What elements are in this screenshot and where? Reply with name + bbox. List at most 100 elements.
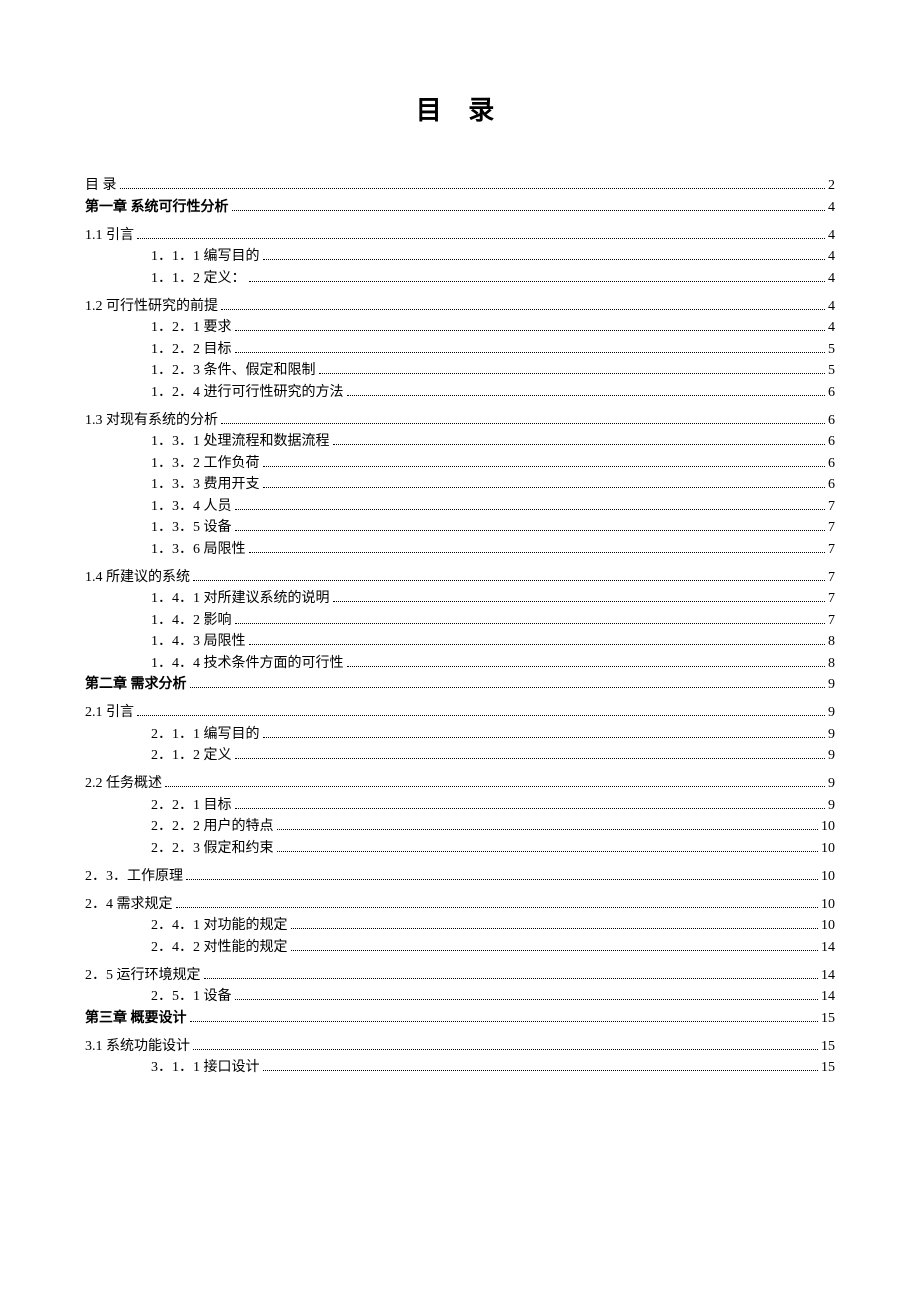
toc-entry-page: 9 — [828, 749, 835, 763]
toc-entry: 3．1．1 接口设计15 — [151, 1061, 835, 1075]
toc-entry: 1.4 所建议的系统7 — [85, 571, 835, 585]
toc-dots — [263, 487, 826, 488]
toc-entry-label: 1．3．2 工作负荷 — [151, 457, 260, 471]
toc-entry-page: 8 — [828, 635, 835, 649]
toc-entry-page: 7 — [828, 500, 835, 514]
toc-entry: 目 录2 — [85, 179, 835, 193]
toc-dots — [319, 373, 826, 374]
toc-dots — [186, 879, 818, 880]
toc-entry-page: 4 — [828, 300, 835, 314]
toc-entry-label: 1.2 可行性研究的前提 — [85, 300, 218, 314]
toc-dots — [120, 188, 826, 189]
toc-dots — [249, 281, 826, 282]
toc-dots — [137, 715, 825, 716]
toc-entry: 3.1 系统功能设计15 — [85, 1040, 835, 1054]
toc-entry-page: 9 — [828, 706, 835, 720]
toc-dots — [137, 238, 825, 239]
toc-entry-label: 1．4．2 影响 — [151, 614, 232, 628]
toc-dots — [291, 950, 819, 951]
toc-entry: 1．2．3 条件、假定和限制5 — [151, 364, 835, 378]
toc-entry-page: 10 — [821, 842, 835, 856]
toc-entry-page: 4 — [828, 321, 835, 335]
toc-entry-page: 10 — [821, 870, 835, 884]
toc-entry-label: 1．2．2 目标 — [151, 343, 232, 357]
toc-entry: 1．4．3 局限性 8 — [151, 635, 835, 649]
toc-entry-page: 7 — [828, 571, 835, 585]
toc-dots — [165, 786, 825, 787]
toc-dots — [249, 644, 826, 645]
toc-dots — [347, 395, 826, 396]
toc-entry-page: 7 — [828, 543, 835, 557]
toc-dots — [235, 808, 826, 809]
toc-dots — [263, 737, 826, 738]
toc-entry: 1．3．4 人员 7 — [151, 500, 835, 514]
toc-entry: 第三章 概要设计15 — [85, 1012, 835, 1026]
toc-entry-page: 7 — [828, 592, 835, 606]
toc-entry-page: 6 — [828, 414, 835, 428]
toc-dots — [277, 829, 819, 830]
toc-entry: 1．4．1 对所建议系统的说明7 — [151, 592, 835, 606]
toc-entry-label: 1．3．1 处理流程和数据流程 — [151, 435, 330, 449]
toc-entry-page: 8 — [828, 657, 835, 671]
toc-dots — [190, 687, 826, 688]
toc-entry: 2．5．1 设备14 — [151, 990, 835, 1004]
toc-entry: 2．1．1 编写目的9 — [151, 728, 835, 742]
toc-entry-page: 7 — [828, 614, 835, 628]
toc-entry-label: 第一章 系统可行性分析 — [85, 201, 229, 215]
toc-dots — [190, 1021, 819, 1022]
toc-entry-page: 14 — [821, 941, 835, 955]
toc-entry-page: 14 — [821, 990, 835, 1004]
toc-entry-page: 6 — [828, 478, 835, 492]
toc-dots — [235, 509, 826, 510]
toc-entry-label: 第二章 需求分析 — [85, 678, 187, 692]
toc-entry-page: 10 — [821, 898, 835, 912]
toc-entry-label: 2.2 任务概述 — [85, 777, 162, 791]
toc-entry-label: 1．2．1 要求 — [151, 321, 232, 335]
toc-entry-label: 1．1．2 定义： — [151, 272, 246, 286]
toc-entry-page: 15 — [821, 1061, 835, 1075]
toc-entry: 1．3．3 费用开支6 — [151, 478, 835, 492]
toc-dots — [333, 444, 826, 445]
toc-entry: 2．3．工作原理 10 — [85, 870, 835, 884]
toc-entry-label: 1．3．6 局限性 — [151, 543, 246, 557]
toc-dots — [221, 423, 825, 424]
toc-entry-page: 6 — [828, 435, 835, 449]
toc-dots — [232, 210, 826, 211]
table-of-contents: 目 录2第一章 系统可行性分析41.1 引言41．1．1 编写目的41．1．2 … — [85, 179, 835, 1075]
toc-entry: 2．4．1 对功能的规定10 — [151, 919, 835, 933]
toc-dots — [176, 907, 819, 908]
toc-entry-label: 2．2．3 假定和约束 — [151, 842, 274, 856]
toc-entry-page: 5 — [828, 364, 835, 378]
toc-dots — [204, 978, 819, 979]
toc-dots — [235, 999, 819, 1000]
toc-entry: 2．4 需求规定10 — [85, 898, 835, 912]
toc-entry-label: 2．3．工作原理 — [85, 870, 183, 884]
toc-entry-label: 1．3．4 人员 — [151, 500, 232, 514]
toc-dots — [235, 758, 826, 759]
toc-entry-label: 1．4．3 局限性 — [151, 635, 246, 649]
toc-entry: 2.1 引言9 — [85, 706, 835, 720]
toc-entry: 1．2．4 进行可行性研究的方法6 — [151, 386, 835, 400]
toc-title: 目 录 — [85, 90, 835, 127]
toc-entry-label: 2．4．2 对性能的规定 — [151, 941, 288, 955]
toc-entry-page: 9 — [828, 799, 835, 813]
toc-entry-label: 1．3．5 设备 — [151, 521, 232, 535]
toc-entry-label: 1．4．4 技术条件方面的可行性 — [151, 657, 344, 671]
toc-dots — [235, 352, 826, 353]
toc-entry: 1．1．2 定义：4 — [151, 272, 835, 286]
toc-dots — [221, 309, 825, 310]
toc-entry-page: 4 — [828, 229, 835, 243]
toc-entry-label: 2．1．2 定义 — [151, 749, 232, 763]
toc-entry-page: 9 — [828, 777, 835, 791]
toc-dots — [193, 580, 825, 581]
toc-dots — [193, 1049, 818, 1050]
toc-entry: 1.2 可行性研究的前提 4 — [85, 300, 835, 314]
toc-entry-page: 2 — [828, 179, 835, 193]
toc-dots — [263, 1070, 819, 1071]
toc-dots — [347, 666, 826, 667]
toc-entry-label: 2．5 运行环境规定 — [85, 969, 201, 983]
toc-entry: 2．2．2 用户的特点10 — [151, 820, 835, 834]
toc-dots — [263, 259, 826, 260]
toc-entry-page: 10 — [821, 919, 835, 933]
toc-dots — [291, 928, 819, 929]
